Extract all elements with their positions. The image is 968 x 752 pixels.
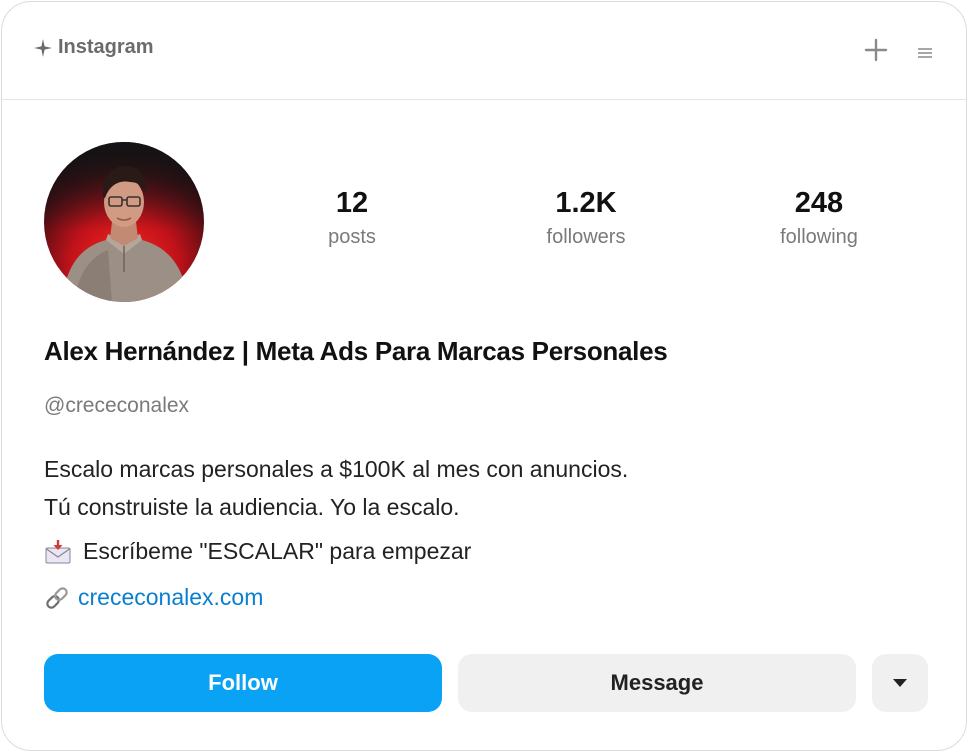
stat-following[interactable]: 248 following xyxy=(729,184,909,251)
profile-link: crececonalex.com xyxy=(44,584,263,611)
stat-following-label: following xyxy=(780,226,858,248)
stat-followers[interactable]: 1.2K followers xyxy=(496,184,676,251)
bio: Escalo marcas personales a $100K al mes … xyxy=(44,450,628,526)
add-button[interactable] xyxy=(862,36,890,64)
stat-followers-value: 1.2K xyxy=(555,187,617,219)
profile-name: Alex Hernández | Meta Ads Para Marcas Pe… xyxy=(44,336,668,366)
stat-following-value: 248 xyxy=(794,187,844,219)
stat-posts-label: posts xyxy=(328,226,376,248)
link-icon xyxy=(46,586,68,609)
bio-line: Escalo marcas personales a $100K al mes … xyxy=(44,456,629,482)
avatar[interactable] xyxy=(44,142,204,302)
website-link[interactable]: crececonalex.com xyxy=(78,584,263,611)
follow-button[interactable]: Follow xyxy=(44,654,442,712)
plus-icon xyxy=(864,38,888,62)
brand-label: Instagram xyxy=(58,36,154,58)
bio-line: Tú construiste la audiencia. Yo la escal… xyxy=(44,494,460,520)
profile-handle[interactable]: @crececonalex xyxy=(44,394,189,418)
menu-button[interactable] xyxy=(916,46,934,60)
cta-text: Escríbeme "ESCALAR" para empezar xyxy=(83,538,472,564)
stat-posts-value: 12 xyxy=(335,187,369,219)
sparkle-icon xyxy=(34,38,52,57)
bio-cta: Escríbeme "ESCALAR" para empezar xyxy=(44,538,471,565)
card-header: Instagram xyxy=(2,2,966,100)
profile-photo xyxy=(44,142,204,302)
caret-down-icon xyxy=(893,679,907,687)
menu-icon xyxy=(918,48,932,58)
message-button[interactable]: Message xyxy=(458,654,856,712)
stat-followers-label: followers xyxy=(546,226,626,248)
profile-card: Instagram 12 posts 1.2K followers 248 fo… xyxy=(1,1,967,751)
more-options-button[interactable] xyxy=(872,654,928,712)
stat-posts[interactable]: 12 posts xyxy=(262,184,442,251)
brand: Instagram xyxy=(34,36,154,59)
envelope-arrow-icon xyxy=(45,539,71,563)
